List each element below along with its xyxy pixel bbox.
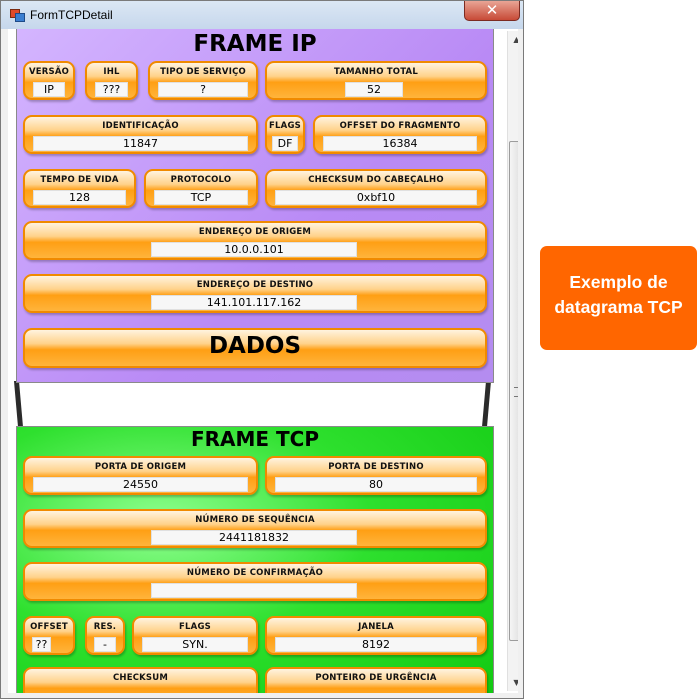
client-area: FRAME IP VERSÃO IP IHL ??? TIPO DE SERVI… <box>8 29 518 693</box>
app-window-icon <box>10 9 25 22</box>
ip-source-address-field: ENDEREÇO DE ORIGEM 10.0.0.101 <box>23 221 487 260</box>
ip-fragment-offset-field: OFFSET DO FRAGMENTO 16384 <box>313 115 487 154</box>
ip-header-checksum-value[interactable]: 0xbf10 <box>275 190 477 205</box>
ip-protocol-field: PROTOCOLO TCP <box>144 169 258 208</box>
vertical-scrollbar[interactable]: ▲ ▼ <box>507 31 518 691</box>
tcp-reserved-value[interactable]: - <box>94 637 116 652</box>
ip-identification-value[interactable]: 11847 <box>33 136 248 151</box>
ip-ttl-label: TEMPO DE VIDA <box>40 175 119 185</box>
ip-data-label: DADOS <box>208 333 302 359</box>
ip-ttl-field: TEMPO DE VIDA 128 <box>23 169 136 208</box>
tcp-offset-value[interactable]: ?? <box>32 637 51 652</box>
ip-identification-field: IDENTIFICAÇÃO 11847 <box>23 115 258 154</box>
tcp-sequence-number-field: NÚMERO DE SEQUÊNCIA 2441181832 <box>23 509 487 548</box>
ip-ihl-field: IHL ??? <box>85 61 138 100</box>
tcp-reserved-label: RES. <box>93 622 117 632</box>
ip-version-field: VERSÃO IP <box>23 61 75 100</box>
ip-version-label: VERSÃO <box>28 67 70 77</box>
tcp-ack-number-field: NÚMERO DE CONFIRMAÇÃO <box>23 562 487 601</box>
tcp-offset-field: OFFSET ?? <box>23 616 75 655</box>
annotation-line-1: Exemplo de <box>569 272 668 292</box>
tcp-window-value[interactable]: 8192 <box>275 637 477 652</box>
form-window: FormTCPDetail ✕ FRAME IP VERSÃO IP IHL ?… <box>0 0 524 699</box>
close-button[interactable]: ✕ <box>464 1 520 21</box>
tcp-source-port-field: PORTA DE ORIGEM 24550 <box>23 456 258 495</box>
scroll-up-arrow-icon[interactable]: ▲ <box>508 31 518 48</box>
ip-header-checksum-label: CHECKSUM DO CABEÇALHO <box>308 175 444 185</box>
ip-total-length-value[interactable]: 52 <box>345 82 403 97</box>
ip-source-address-value[interactable]: 10.0.0.101 <box>151 242 357 257</box>
frame-connector-right <box>481 381 492 427</box>
tcp-source-port-value[interactable]: 24550 <box>33 477 248 492</box>
ip-service-type-field: TIPO DE SERVIÇO ? <box>148 61 258 100</box>
frame-connector-left <box>13 381 24 427</box>
tcp-sequence-number-value[interactable]: 2441181832 <box>151 530 357 545</box>
ip-service-type-label: TIPO DE SERVIÇO <box>160 67 246 77</box>
ip-identification-label: IDENTIFICAÇÃO <box>102 121 179 131</box>
annotation-line-2: datagrama TCP <box>554 297 683 317</box>
window-title: FormTCPDetail <box>30 8 113 22</box>
tcp-frame-title: FRAME TCP <box>190 427 320 451</box>
tcp-window-field: JANELA 8192 <box>265 616 487 655</box>
tcp-destination-port-label: PORTA DE DESTINO <box>328 462 424 472</box>
tcp-reserved-field: RES. - <box>85 616 125 655</box>
ip-fragment-offset-value[interactable]: 16384 <box>323 136 477 151</box>
scroll-down-arrow-icon[interactable]: ▼ <box>508 674 518 691</box>
tcp-urgent-pointer-label: PONTEIRO DE URGÊNCIA <box>315 673 437 683</box>
tcp-window-label: JANELA <box>358 622 394 632</box>
scrollbar-thumb[interactable] <box>509 141 518 641</box>
tcp-flags-label: FLAGS <box>179 622 211 632</box>
ip-protocol-label: PROTOCOLO <box>170 175 232 185</box>
tcp-ack-number-value[interactable] <box>151 583 357 598</box>
ip-total-length-label: TAMANHO TOTAL <box>334 67 418 77</box>
ip-frame-title: FRAME IP <box>193 31 317 57</box>
ip-destination-address-label: ENDEREÇO DE DESTINO <box>196 280 314 290</box>
tcp-destination-port-field: PORTA DE DESTINO 80 <box>265 456 487 495</box>
ip-frame: FRAME IP VERSÃO IP IHL ??? TIPO DE SERVI… <box>16 29 494 383</box>
tcp-frame: FRAME TCP PORTA DE ORIGEM 24550 PORTA DE… <box>16 426 494 693</box>
ip-source-address-label: ENDEREÇO DE ORIGEM <box>198 227 312 237</box>
ip-ihl-label: IHL <box>103 67 120 77</box>
tcp-destination-port-value[interactable]: 80 <box>275 477 477 492</box>
ip-header-checksum-field: CHECKSUM DO CABEÇALHO 0xbf10 <box>265 169 487 208</box>
tcp-urgent-pointer-field: PONTEIRO DE URGÊNCIA <box>265 667 487 693</box>
tcp-ack-number-label: NÚMERO DE CONFIRMAÇÃO <box>186 568 324 578</box>
ip-service-type-value[interactable]: ? <box>158 82 248 97</box>
ip-version-value[interactable]: IP <box>33 82 65 97</box>
ip-ihl-value[interactable]: ??? <box>95 82 128 97</box>
ip-destination-address-field: ENDEREÇO DE DESTINO 141.101.117.162 <box>23 274 487 313</box>
tcp-flags-field: FLAGS SYN. <box>132 616 258 655</box>
annotation-callout: Exemplo de datagrama TCP <box>540 246 697 350</box>
ip-fragment-offset-label: OFFSET DO FRAGMENTO <box>339 121 461 131</box>
tcp-source-port-label: PORTA DE ORIGEM <box>94 462 187 472</box>
title-bar[interactable]: FormTCPDetail ✕ <box>1 1 523 29</box>
scrollbar-grip-icon <box>514 387 518 397</box>
ip-flags-value[interactable]: DF <box>272 136 298 151</box>
ip-destination-address-value[interactable]: 141.101.117.162 <box>151 295 357 310</box>
ip-data-block: DADOS <box>23 328 487 368</box>
tcp-offset-label: OFFSET <box>30 622 68 632</box>
tcp-checksum-field: CHECKSUM <box>23 667 258 693</box>
ip-protocol-value[interactable]: TCP <box>154 190 248 205</box>
tcp-sequence-number-label: NÚMERO DE SEQUÊNCIA <box>195 515 315 525</box>
ip-flags-label: FLAGS <box>269 121 301 131</box>
tcp-flags-value[interactable]: SYN. <box>142 637 248 652</box>
tcp-checksum-label: CHECKSUM <box>112 673 169 683</box>
ip-flags-field: FLAGS DF <box>265 115 305 154</box>
ip-total-length-field: TAMANHO TOTAL 52 <box>265 61 487 100</box>
ip-ttl-value[interactable]: 128 <box>33 190 126 205</box>
